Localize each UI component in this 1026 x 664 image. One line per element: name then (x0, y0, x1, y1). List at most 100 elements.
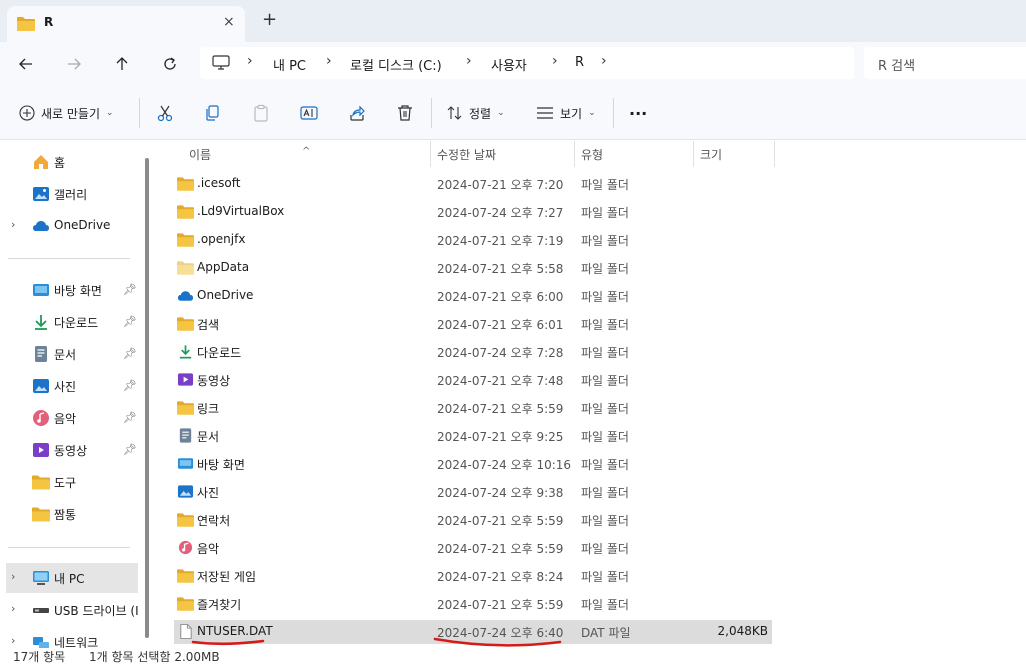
sidebar-item-music[interactable]: 음악 📌︎ (0, 403, 145, 433)
desktop-icon (33, 284, 49, 296)
breadcrumb-local-disk[interactable]: 로컬 디스크 (C:) (350, 55, 442, 74)
chevron-right-icon[interactable]: › (11, 602, 15, 615)
pin-icon[interactable]: 📌︎ (123, 315, 137, 328)
chevron-right-icon[interactable]: › (247, 53, 253, 69)
table-row[interactable]: 다운로드 2024-07-24 오후 7:28 파일 폴더 (174, 340, 772, 364)
pin-icon[interactable]: 📌︎ (123, 347, 137, 360)
rename-button[interactable] (300, 101, 318, 125)
search-input[interactable]: R 검색 (864, 47, 1026, 79)
navigation-bar: › 내 PC › 로컬 디스크 (C:) › 사용자 › R › R 검색 (0, 42, 1026, 86)
more-options-button[interactable]: ··· (629, 101, 647, 125)
folder-icon (177, 261, 194, 275)
table-row[interactable]: 연락처 2024-07-21 오후 5:59 파일 폴더 (174, 508, 772, 532)
table-row[interactable]: 문서 2024-07-21 오후 9:25 파일 폴더 (174, 424, 772, 448)
up-button[interactable] (110, 52, 134, 76)
sidebar-scrollbar[interactable] (145, 158, 149, 638)
breadcrumb-my-pc[interactable]: 내 PC (273, 55, 306, 74)
close-icon[interactable]: × (223, 14, 235, 30)
delete-button[interactable] (396, 101, 414, 125)
table-row[interactable]: OneDrive 2024-07-21 오후 6:00 파일 폴더 (174, 284, 772, 308)
table-row[interactable]: 음악 2024-07-21 오후 5:59 파일 폴더 (174, 536, 772, 560)
sidebar-item-downloads[interactable]: 다운로드 📌︎ (0, 307, 145, 337)
copy-button[interactable] (203, 101, 221, 125)
pin-icon[interactable]: 📌︎ (123, 283, 137, 296)
file-size: 2,048KB (717, 624, 768, 638)
chevron-right-icon[interactable]: › (466, 53, 472, 69)
share-button[interactable] (348, 101, 366, 125)
chevron-right-icon[interactable]: › (326, 53, 332, 69)
folder-icon (177, 597, 194, 611)
sidebar-item-usb-drive[interactable]: › USB 드라이브 (I (0, 595, 145, 625)
table-row[interactable]: .icesoft 2024-07-21 오후 7:20 파일 폴더 (174, 172, 772, 196)
column-divider[interactable] (774, 141, 775, 167)
column-header-name[interactable]: 이름 ^ (170, 141, 430, 167)
table-row[interactable]: 사진 2024-07-24 오후 9:38 파일 폴더 (174, 480, 772, 504)
sidebar-item-label: 짬통 (54, 508, 77, 522)
sidebar-item-my-pc[interactable]: › 내 PC (6, 563, 138, 593)
sort-icon (447, 106, 462, 120)
sidebar-item-onedrive[interactable]: › OneDrive (0, 211, 145, 241)
table-row[interactable]: 즐겨찾기 2024-07-21 오후 5:59 파일 폴더 (174, 592, 772, 616)
file-date: 2024-07-24 오후 7:27 (437, 206, 564, 220)
sidebar-item-scraps[interactable]: 짬통 (0, 499, 145, 529)
breadcrumb-r[interactable]: R (575, 55, 584, 70)
sidebar-item-label: 갤러리 (54, 188, 88, 202)
sidebar-item-videos[interactable]: 동영상 📌︎ (0, 435, 145, 465)
table-row[interactable]: .openjfx 2024-07-21 오후 7:19 파일 폴더 (174, 228, 772, 252)
onedrive-icon (177, 291, 194, 301)
chevron-right-icon[interactable]: › (11, 634, 15, 647)
forward-button[interactable] (62, 52, 86, 76)
file-name: 문서 (197, 430, 220, 444)
arrow-up-icon (116, 57, 128, 70)
table-row[interactable]: 바탕 화면 2024-07-24 오후 10:16 파일 폴더 (174, 452, 772, 476)
plus-circle-icon (19, 105, 35, 121)
sidebar-item-network[interactable]: › 네트워크 (0, 627, 145, 650)
table-row[interactable]: 링크 2024-07-21 오후 5:59 파일 폴더 (174, 396, 772, 420)
pin-icon[interactable]: 📌︎ (123, 443, 137, 456)
sidebar-item-pictures[interactable]: 사진 📌︎ (0, 371, 145, 401)
file-date: 2024-07-24 오후 6:40 (437, 626, 564, 640)
sidebar-item-desktop[interactable]: 바탕 화면 📌︎ (0, 275, 145, 305)
arrow-right-icon (68, 58, 81, 70)
sidebar-item-gallery[interactable]: 갤러리 (0, 179, 145, 209)
chevron-right-icon[interactable]: › (552, 53, 558, 69)
address-bar[interactable]: › 내 PC › 로컬 디스크 (C:) › 사용자 › R › (200, 47, 854, 79)
table-row[interactable]: 저장된 게임 2024-07-21 오후 8:24 파일 폴더 (174, 564, 772, 588)
table-row[interactable]: .Ld9VirtualBox 2024-07-24 오후 7:27 파일 폴더 (174, 200, 772, 224)
toolbar-divider (431, 98, 432, 128)
pin-icon[interactable]: 📌︎ (123, 411, 137, 424)
sort-button[interactable]: 정렬 ⌄ (447, 101, 505, 125)
table-row[interactable]: 검색 2024-07-21 오후 6:01 파일 폴더 (174, 312, 772, 336)
toolbar-divider (139, 98, 140, 128)
pc-icon (33, 571, 49, 585)
paste-button[interactable] (252, 101, 270, 125)
column-header-size[interactable]: 크기 (694, 141, 774, 167)
pictures-icon (177, 485, 194, 498)
sidebar-item-tools[interactable]: 도구 (0, 467, 145, 497)
sidebar-item-home[interactable]: 홈 (0, 147, 145, 177)
sidebar-item-documents[interactable]: 문서 📌︎ (0, 339, 145, 369)
column-header-type[interactable]: 유형 (575, 141, 693, 167)
breadcrumb-users[interactable]: 사용자 (491, 55, 527, 74)
sidebar-divider (8, 258, 130, 259)
file-name: 즐겨찾기 (197, 598, 242, 612)
pin-icon[interactable]: 📌︎ (123, 379, 137, 392)
table-row[interactable]: NTUSER.DAT 2024-07-24 오후 6:40 DAT 파일 2,048K… (174, 620, 772, 644)
folder-icon (177, 233, 194, 247)
chevron-right-icon[interactable]: › (11, 570, 15, 583)
folder-icon (177, 177, 194, 191)
refresh-button[interactable] (158, 52, 182, 76)
chevron-right-icon[interactable]: › (11, 218, 15, 231)
file-name: 검색 (197, 318, 220, 332)
column-header-date[interactable]: 수정한 날짜 (431, 141, 574, 167)
table-row[interactable]: 동영상 2024-07-21 오후 7:48 파일 폴더 (174, 368, 772, 392)
chevron-right-icon[interactable]: › (601, 53, 607, 69)
cut-button[interactable] (156, 101, 174, 125)
tab-r[interactable]: R × (7, 6, 245, 42)
back-button[interactable] (14, 52, 38, 76)
sort-label: 정렬 (469, 106, 492, 121)
table-row[interactable]: AppData 2024-07-21 오후 5:58 파일 폴더 (174, 256, 772, 280)
view-button[interactable]: 보기 ⌄ (536, 101, 596, 125)
new-button[interactable]: 새로 만들기 ⌄ (19, 101, 114, 125)
new-tab-button[interactable]: + (262, 11, 277, 29)
